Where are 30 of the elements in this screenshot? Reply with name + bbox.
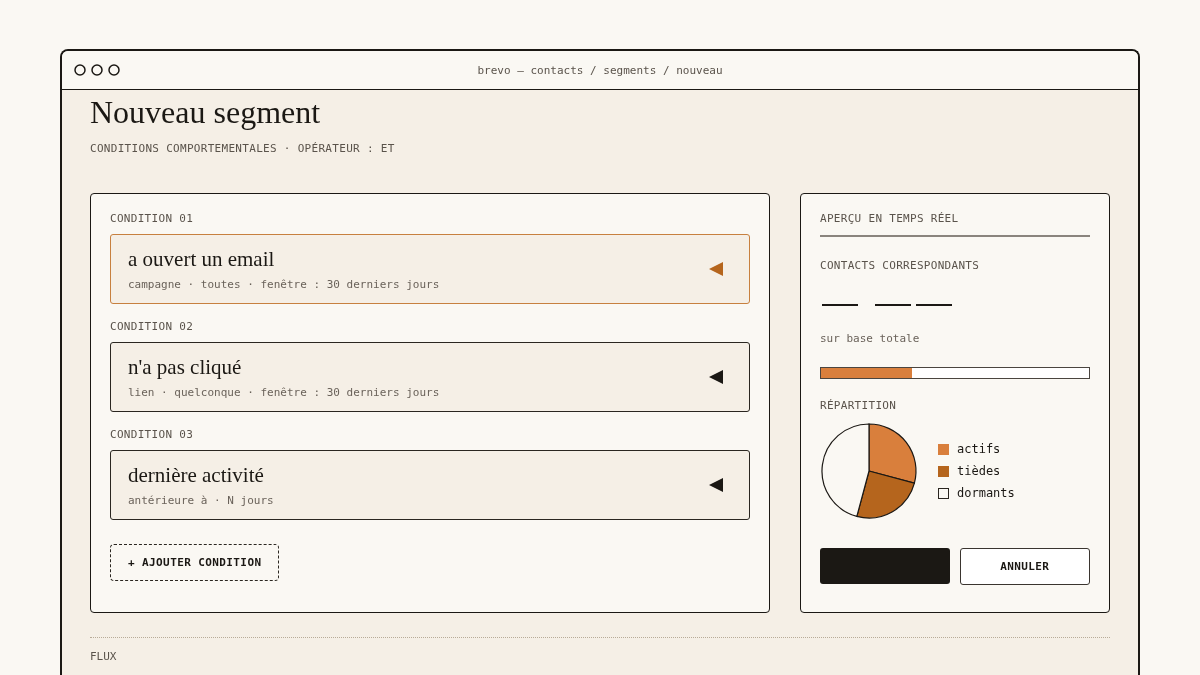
page-title: Nouveau segment xyxy=(90,94,322,130)
caret-icon xyxy=(709,478,723,492)
caret-icon xyxy=(709,262,723,276)
count-label: CONTACTS CORRESPONDANTS xyxy=(820,259,981,272)
caret-icon xyxy=(709,370,723,384)
cancel-button[interactable]: ANNULER xyxy=(959,548,1090,585)
flow-label: FLUX xyxy=(90,650,118,663)
condition-label: CONDITION 01 xyxy=(110,212,195,225)
legend-label: tièdes xyxy=(957,464,1001,478)
add-condition-button[interactable]: + AJOUTER CONDITION xyxy=(110,544,280,581)
window-dots-icon xyxy=(73,63,121,77)
condition-title: dernière activité xyxy=(128,463,265,488)
condition-label: CONDITION 03 xyxy=(110,428,195,441)
window-title: brevo — contacts / segments / nouveau xyxy=(477,63,723,77)
condition-title: n'a pas cliqué xyxy=(128,355,243,380)
condition-label: CONDITION 02 xyxy=(110,320,195,333)
page-subtitle: CONDITIONS COMPORTEMENTALES · OPÉRATEUR : ET xyxy=(90,142,396,155)
breakdown-label: RÉPARTITION xyxy=(820,399,898,412)
condition-row[interactable]: n'a pas cliqué lien · quelconque · fenêtre : 30 derniers jours xyxy=(110,342,750,412)
condition-row[interactable]: a ouvert un email campagne · toutes · fenêtre : 30 derniers jours xyxy=(110,234,750,304)
condition-detail: campagne · toutes · fenêtre : 30 derniers jours xyxy=(128,278,441,291)
legend-label: dormants xyxy=(957,486,1015,500)
condition-detail: antérieure à · N jours xyxy=(128,494,275,507)
condition-row[interactable]: dernière activité antérieure à · N jours xyxy=(110,450,750,520)
condition-detail: lien · quelconque · fenêtre : 30 derniers jours xyxy=(128,386,441,399)
condition-title: a ouvert un email xyxy=(128,247,276,272)
legend-label: actifs xyxy=(957,442,1001,456)
base-label: sur base totale xyxy=(820,332,921,345)
preview-title: APERÇU EN TEMPS RÉEL xyxy=(820,212,960,225)
primary-button[interactable] xyxy=(820,548,950,584)
